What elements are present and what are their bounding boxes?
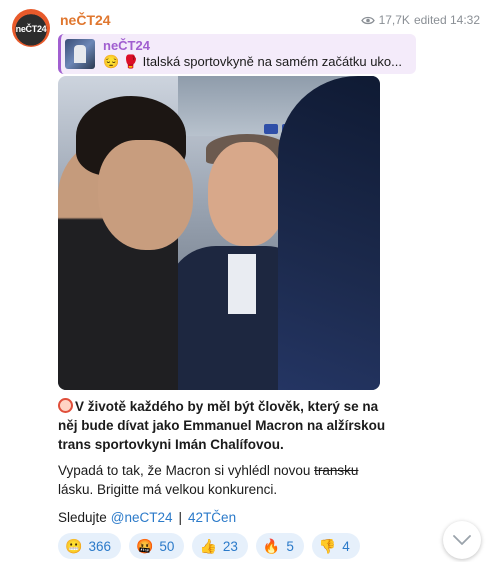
- view-count: 17,7K: [378, 13, 410, 27]
- body-text-start: Vypadá to tak, že Macron si vyhlédl novo…: [58, 463, 315, 478]
- reply-preview[interactable]: neČT24 😔 🥊 Italská sportovkyně na samém …: [58, 34, 416, 74]
- thumbs-up-icon: 👍: [199, 538, 217, 554]
- reply-snippet: 😔 🥊 Italská sportovkyně na samém začátku…: [103, 54, 402, 69]
- thumbs-down-icon: 👎: [318, 538, 337, 554]
- struck-word: transku: [314, 463, 359, 478]
- avatar-label: neČT24: [15, 24, 47, 34]
- post-photo[interactable]: [58, 76, 380, 390]
- channel-name[interactable]: neČT24: [60, 12, 111, 28]
- reaction-count: 5: [286, 538, 294, 554]
- reaction-count: 4: [342, 538, 350, 554]
- bold-text: V životě každého by měl být člověk, kter…: [58, 399, 386, 452]
- channel-avatar[interactable]: neČT24: [12, 9, 50, 47]
- fire-icon: 🔥: [262, 538, 281, 554]
- reaction-angry[interactable]: 🤬 50: [128, 533, 185, 559]
- reactions-bar: 😬 366 🤬 50 👍 23 🔥 5 👎 4: [58, 533, 360, 559]
- scroll-down-button[interactable]: [443, 521, 481, 559]
- reaction-count: 366: [88, 538, 111, 554]
- second-link[interactable]: 42TČen: [188, 510, 236, 525]
- clown-emoji-icon: [58, 398, 73, 413]
- reaction-fire[interactable]: 🔥 5: [255, 533, 304, 559]
- message-body-text: Vypadá to tak, že Macron si vyhlédl novo…: [58, 461, 388, 499]
- reply-author: neČT24: [103, 38, 150, 53]
- reaction-grimace[interactable]: 😬 366: [58, 533, 121, 559]
- post-meta: 17,7K edited 14:32: [360, 13, 480, 27]
- reaction-thumbs-up[interactable]: 👍 23: [192, 533, 248, 559]
- angry-emoji-icon: 🤬: [135, 538, 154, 554]
- grimace-emoji-icon: 😬: [65, 538, 83, 554]
- reaction-count: 23: [222, 538, 238, 554]
- edited-label: edited 14:32: [413, 13, 480, 27]
- message-bold-text: V životě každého by měl být člověk, kter…: [58, 397, 388, 454]
- reaction-count: 50: [159, 538, 175, 554]
- reply-thumbnail: [65, 39, 95, 69]
- follow-line: Sledujte @neCT24 | 42TČen: [58, 510, 236, 525]
- body-text-end: lásku. Brigitte má velkou konkurenci.: [58, 482, 278, 497]
- follow-separator: |: [178, 510, 183, 525]
- channel-link[interactable]: @neCT24: [111, 510, 173, 525]
- chevron-down-icon: [453, 535, 471, 545]
- eye-icon: [360, 16, 375, 24]
- follow-label: Sledujte: [58, 510, 107, 525]
- reaction-thumbs-down[interactable]: 👎 4: [311, 533, 360, 559]
